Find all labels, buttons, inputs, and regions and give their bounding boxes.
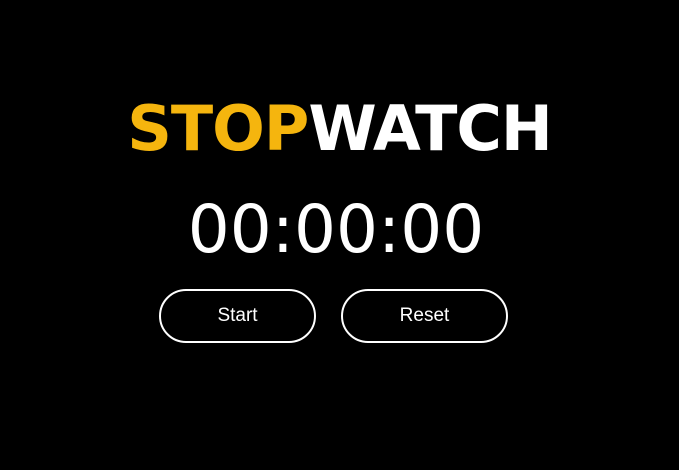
app-title-main: WATCH xyxy=(308,92,552,165)
app-title: STOPWATCH xyxy=(0,91,679,167)
reset-button[interactable]: Reset xyxy=(341,289,508,343)
start-button[interactable]: Start xyxy=(159,289,316,343)
stopwatch-app: STOPWATCH 00:00:00 Start Reset xyxy=(0,0,679,470)
timer-display: 00:00:00 xyxy=(187,191,485,268)
app-title-accent: STOP xyxy=(127,92,309,165)
